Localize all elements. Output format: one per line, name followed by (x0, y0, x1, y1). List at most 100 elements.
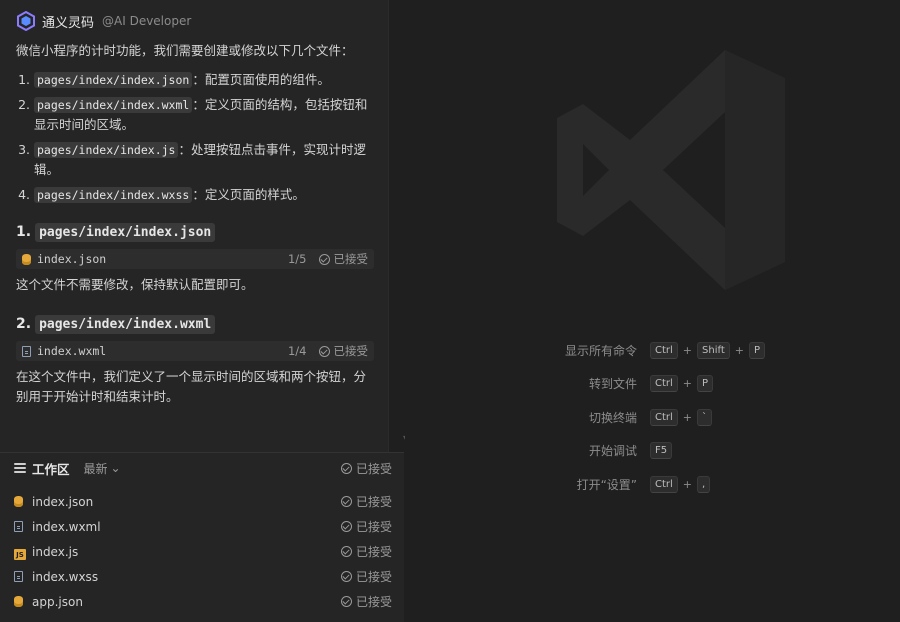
shortcut-label: 开始调试 (588, 443, 637, 458)
workspace-file-name: app.json (32, 594, 83, 609)
shortcut-key: P (697, 374, 714, 392)
accepted-label: 已接受 (355, 495, 392, 509)
accepted-status: 已接受 (318, 251, 369, 267)
shortcut-row: 打开“设置” Ctrl + , (405, 474, 711, 494)
section-number: 1. (16, 224, 32, 240)
check-circle-icon (318, 345, 330, 357)
workspace-panel: 工作区 最新 ⌄ 已接受 index.json 已接受 index.wxml 已… (0, 452, 404, 622)
wxml-file-icon (14, 520, 23, 532)
workspace-header: 工作区 最新 ⌄ 已接受 (0, 453, 404, 483)
accepted-label: 已接受 (355, 545, 392, 559)
workspace-file-row[interactable]: app.json 已接受 (0, 589, 404, 614)
section-path: pages/index/index.wxml (35, 314, 216, 334)
file-desc: ：定义页面的样式。 (192, 187, 305, 202)
vscode-watermark-logo-icon (557, 50, 785, 290)
stack-icon (14, 462, 26, 474)
file-list-item: pages/index/index.js：处理按钮点击事件，实现计时逻辑。 (34, 140, 378, 180)
file-card-count: 1/5 (287, 252, 307, 266)
shortcut-label: 打开“设置” (576, 477, 637, 492)
shortcut-key: Ctrl (650, 341, 678, 359)
file-card-index-json[interactable]: index.json 1/5 已接受 (16, 249, 374, 269)
editor-welcome: 显示所有命令 Ctrl + Shift + P 转到文件 Ctrl + P 切换终端 … (405, 0, 900, 621)
tongyi-logo-icon (17, 11, 35, 31)
file-list-item: pages/index/index.wxss：定义页面的样式。 (34, 185, 378, 205)
section-heading: 1. pages/index/index.json (16, 221, 378, 243)
workspace-file-name: index.js (32, 544, 79, 559)
workspace-filter-dropdown[interactable]: 最新 ⌄ (84, 460, 341, 477)
workspace-title: 工作区 (32, 461, 70, 477)
shortcut-row: 切换终端 Ctrl + ` (405, 407, 713, 427)
file-list-item: pages/index/index.wxml：定义页面的结构，包括按钮和显示时间… (34, 95, 378, 135)
accepted-status: 已接受 (340, 493, 392, 510)
section-text: 这个文件不需要修改，保持默认配置即可。 (16, 277, 254, 292)
check-circle-icon (340, 546, 352, 557)
workspace-file-row[interactable]: index.wxss 已接受 (0, 564, 404, 589)
check-circle-icon (340, 571, 352, 582)
shortcut-label: 显示所有命令 (564, 343, 637, 358)
file-card-count: 1/4 (287, 344, 307, 358)
file-card-index-wxml[interactable]: index.wxml 1/4 已接受 (16, 341, 374, 361)
workspace-file-name: index.wxss (32, 569, 99, 584)
assistant-name: 通义灵码 (42, 15, 95, 31)
js-file-icon: JS (14, 549, 26, 560)
check-circle-icon (340, 596, 352, 607)
accepted-label: 已接受 (355, 520, 392, 534)
workspace-file-list: index.json 已接受 index.wxml 已接受 JS index.j… (0, 483, 404, 614)
file-path-code: pages/index/index.wxml (34, 97, 193, 113)
shortcut-key: F5 (650, 441, 673, 459)
wxml-file-icon (22, 345, 31, 357)
accepted-label: 已接受 (355, 570, 392, 584)
shortcut-label: 转到文件 (588, 376, 637, 391)
assistant-subtitle: @AI Developer (102, 14, 192, 28)
json-file-icon (22, 253, 31, 265)
workspace-file-name: index.json (32, 494, 94, 509)
check-circle-icon (340, 462, 352, 474)
chat-header: 通义灵码 @AI Developer (16, 10, 378, 32)
shortcut-key: P (748, 341, 765, 359)
check-circle-icon (340, 496, 352, 507)
file-path-code: pages/index/index.wxss (34, 187, 193, 203)
accepted-status: 已接受 (318, 343, 369, 359)
chat-panel: 通义灵码 @AI Developer 微信小程序的计时功能，我们需要创建或修改以… (0, 0, 389, 452)
chevron-down-icon: ⌄ (110, 461, 121, 475)
shortcut-row: 转到文件 Ctrl + P (405, 373, 714, 393)
accepted-label: 已接受 (333, 344, 369, 358)
shortcut-key: , (697, 475, 711, 493)
accepted-status: 已接受 (340, 593, 392, 610)
json-file-icon (14, 495, 23, 507)
file-card-name: index.json (37, 252, 107, 266)
workspace-accepted-status: 已接受 (340, 460, 392, 477)
accepted-status: 已接受 (340, 568, 392, 585)
file-card-name: index.wxml (37, 344, 107, 358)
shortcut-key: Ctrl (650, 408, 678, 426)
section-heading: 2. pages/index/index.wxml (16, 313, 378, 335)
file-desc: ：配置页面使用的组件。 (192, 72, 330, 87)
shortcut-key: ` (697, 408, 713, 426)
file-list-item: pages/index/index.json：配置页面使用的组件。 (34, 70, 378, 90)
section-number: 2. (16, 316, 32, 332)
shortcut-row: 显示所有命令 Ctrl + Shift + P (405, 340, 765, 360)
workspace-file-row[interactable]: index.wxml 已接受 (0, 514, 404, 539)
workspace-file-row[interactable]: JS index.js 已接受 (0, 539, 404, 564)
wxss-file-icon (14, 570, 23, 582)
accepted-status: 已接受 (340, 543, 392, 560)
accepted-label: 已接受 (355, 461, 392, 476)
shortcut-key: Shift (697, 341, 730, 359)
shortcut-key: Ctrl (650, 475, 678, 493)
file-path-code: pages/index/index.js (34, 142, 179, 158)
shortcut-row: 开始调试 F5 (405, 440, 673, 460)
intro-text: 微信小程序的计时功能，我们需要创建或修改以下几个文件： (16, 43, 354, 58)
workspace-file-name: index.wxml (32, 519, 101, 534)
chat-content: 通义灵码 @AI Developer 微信小程序的计时功能，我们需要创建或修改以… (16, 10, 378, 407)
section-text: 在这个文件中，我们定义了一个显示时间的区域和两个按钮，分别用于开始计时和结束计时… (16, 369, 367, 404)
workspace-filter-label: 最新 (83, 461, 108, 476)
section-path: pages/index/index.json (35, 222, 216, 242)
accepted-label: 已接受 (355, 595, 392, 609)
accepted-label: 已接受 (333, 252, 369, 266)
json-file-icon (14, 595, 23, 607)
accepted-status: 已接受 (340, 518, 392, 535)
check-circle-icon (318, 253, 330, 265)
shortcut-key: Ctrl (650, 374, 678, 392)
workspace-file-row[interactable]: index.json 已接受 (0, 489, 404, 514)
shortcut-label: 切换终端 (588, 410, 637, 425)
